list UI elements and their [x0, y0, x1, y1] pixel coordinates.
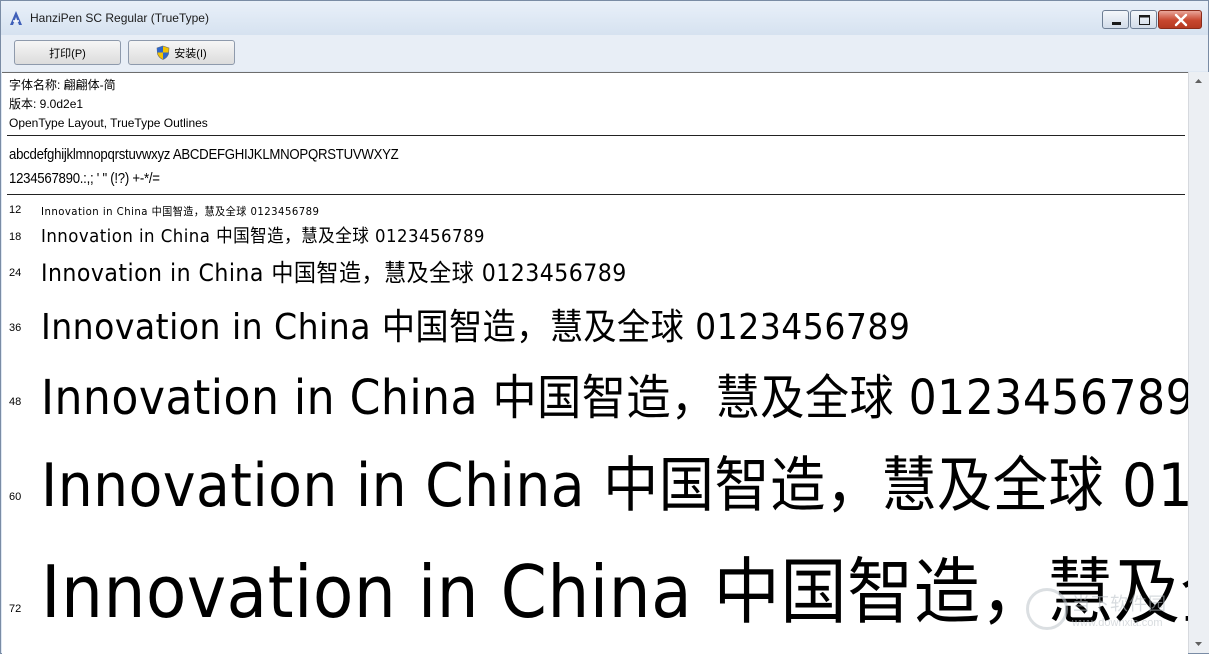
watermark-url: www.downxia.com [1072, 617, 1163, 629]
font-viewer-window: HanziPen SC Regular (TrueType) 打印(P) 安装(… [0, 0, 1209, 654]
minimize-button[interactable] [1102, 10, 1129, 29]
window-title: HanziPen SC Regular (TrueType) [30, 11, 209, 25]
size-label-48: 48 [9, 396, 22, 408]
install-button[interactable]: 安装(I) [128, 40, 235, 65]
sample-48: Innovation in China 中国智造，慧及全球 0123456789 [41, 370, 1188, 426]
site-watermark: 当下软件园 www.downxia.com [1026, 588, 1191, 638]
watermark-brand: 当下软件园 [1072, 594, 1167, 615]
size-label-18: 18 [9, 231, 22, 243]
divider [7, 194, 1185, 195]
size-label-60: 60 [9, 491, 22, 503]
maximize-button[interactable] [1130, 10, 1157, 29]
title-bar[interactable]: HanziPen SC Regular (TrueType) [1, 1, 1208, 35]
size-label-24: 24 [9, 267, 22, 279]
uac-shield-icon [156, 45, 170, 60]
scroll-up-arrow-icon[interactable] [1190, 73, 1207, 90]
close-button[interactable] [1158, 10, 1202, 29]
font-info: 字体名称: 翩翩体-简 版本: 9.0d2e1 OpenType Layout,… [9, 76, 208, 133]
charset-digits-symbols: 1234567890.:,; ' " (!?) +-*/= [9, 170, 160, 187]
scroll-down-arrow-icon[interactable] [1190, 635, 1207, 652]
sample-36: Innovation in China 中国智造，慧及全球 0123456789 [41, 307, 911, 348]
font-type: OpenType Layout, TrueType Outlines [9, 116, 208, 130]
font-version: 版本: 9.0d2e1 [9, 97, 84, 111]
font-preview-area[interactable]: 字体名称: 翩翩体-简 版本: 9.0d2e1 OpenType Layout,… [2, 72, 1188, 654]
print-button-label: 打印(P) [49, 47, 86, 60]
charset-letters: abcdefghijklmnopqrstuvwxyz ABCDEFGHIJKLM… [9, 146, 399, 163]
size-label-12: 12 [9, 204, 22, 216]
toolbar: 打印(P) 安装(I) [1, 35, 1208, 71]
sample-24: Innovation in China 中国智造，慧及全球 0123456789 [41, 259, 627, 287]
font-app-icon [10, 11, 22, 25]
sample-12: Innovation in China 中国智造，慧及全球 0123456789 [41, 205, 320, 218]
size-label-36: 36 [9, 322, 22, 334]
maximize-icon [1139, 15, 1150, 25]
sample-72: Innovation in China 中国智造，慧及全球 0123456789 [41, 550, 1188, 634]
sample-60: Innovation in China 中国智造，慧及全球 0123456789 [41, 451, 1188, 521]
close-icon [1174, 13, 1188, 27]
minimize-icon [1112, 22, 1121, 25]
install-button-label: 安装(I) [174, 47, 207, 60]
size-label-72: 72 [9, 603, 22, 615]
print-button[interactable]: 打印(P) [14, 40, 121, 65]
font-name: 字体名称: 翩翩体-简 [9, 78, 116, 92]
divider [7, 135, 1185, 136]
watermark-logo-icon [1026, 588, 1068, 630]
sample-18: Innovation in China 中国智造，慧及全球 0123456789 [41, 226, 485, 247]
vertical-scrollbar[interactable] [1188, 72, 1209, 653]
